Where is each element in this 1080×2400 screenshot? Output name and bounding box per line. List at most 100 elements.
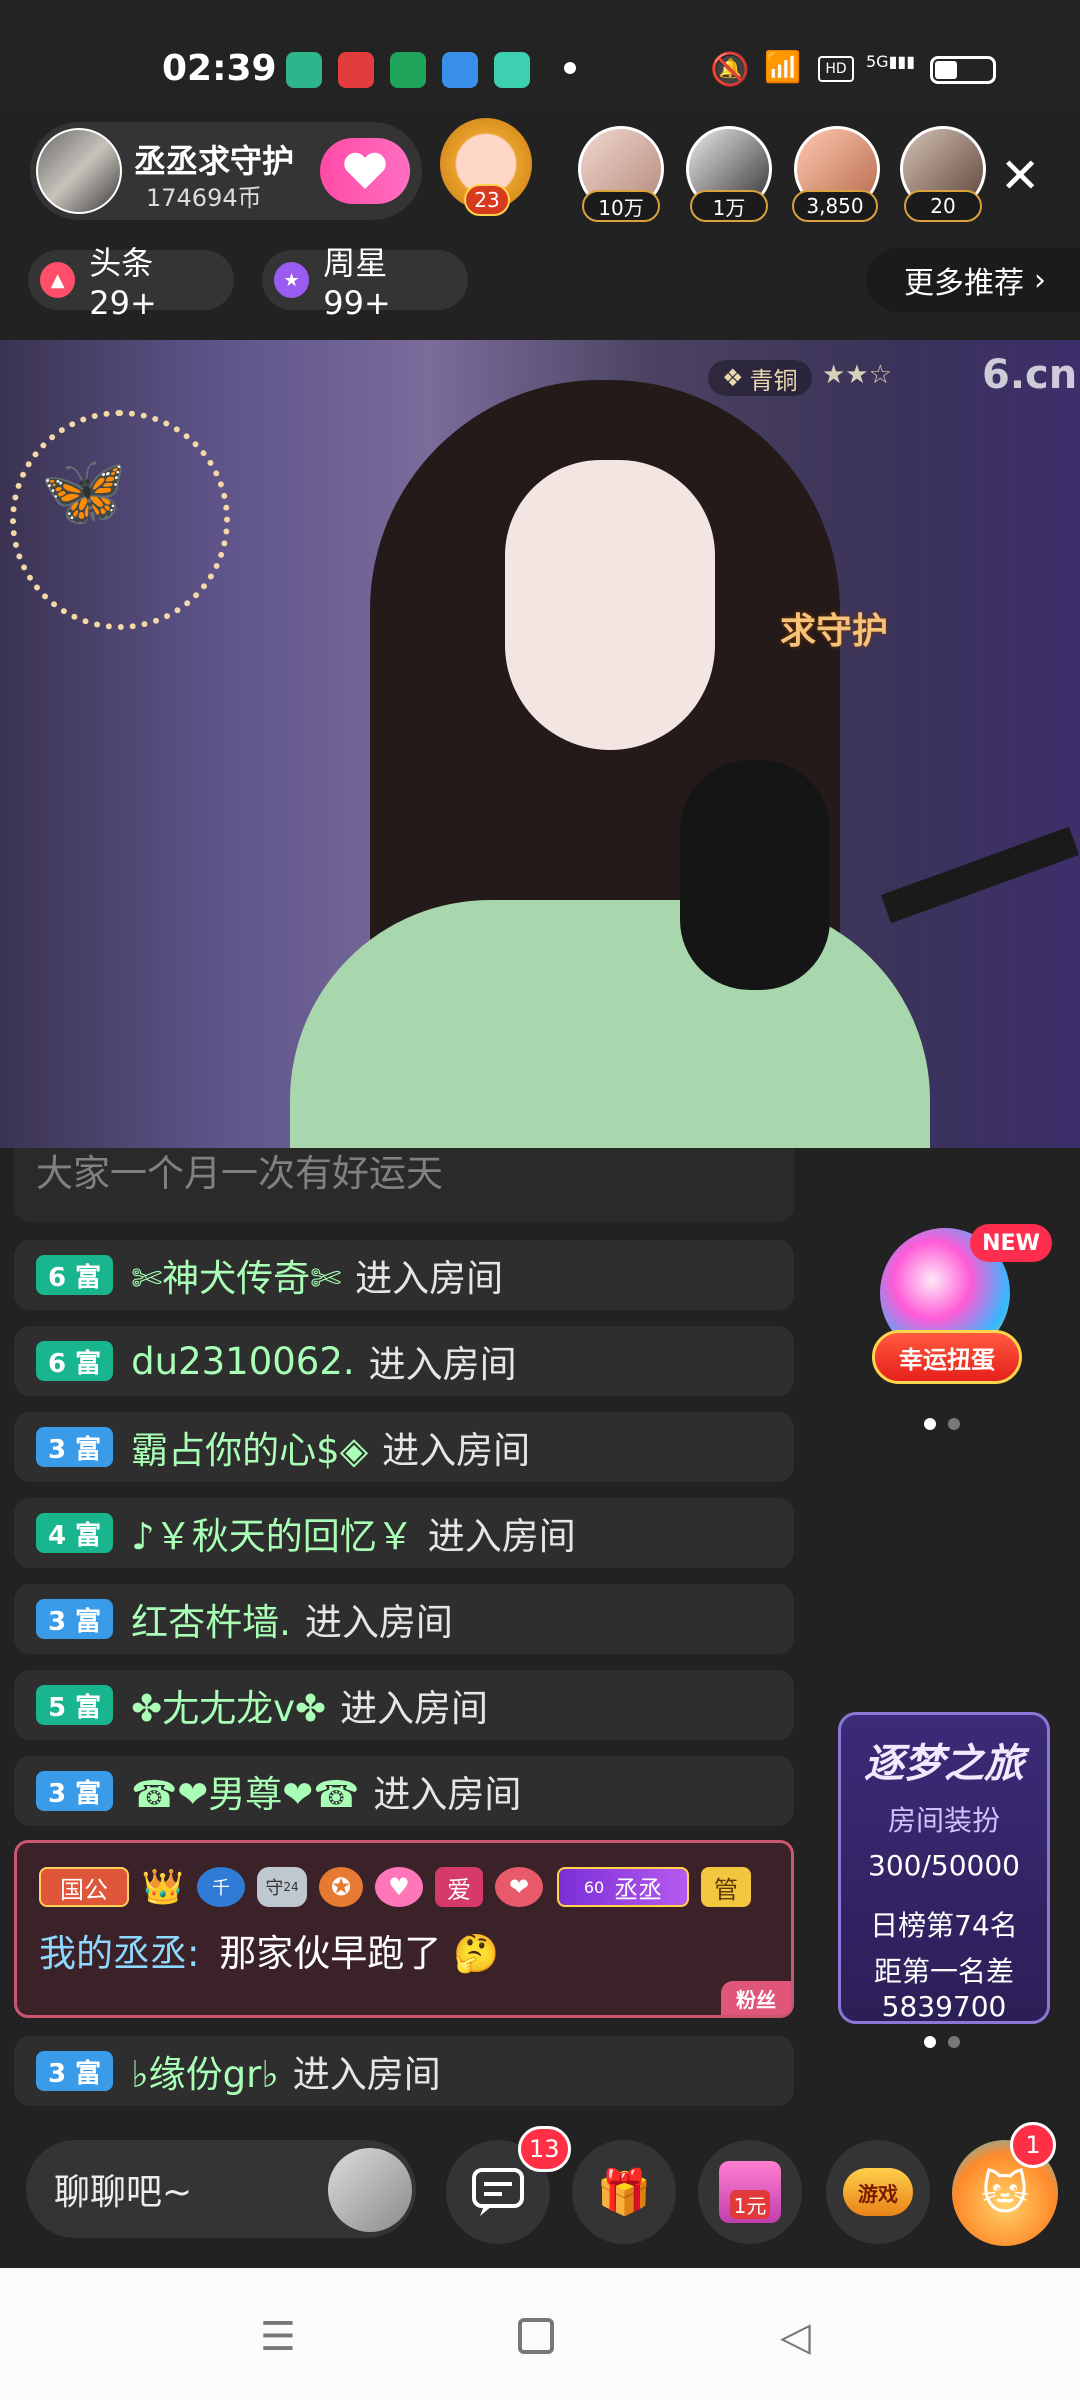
fan-level: 60 <box>583 1877 605 1897</box>
chat-message[interactable]: 5 富 ✤尢尢龙v✤ 进入房间 <box>14 1670 794 1740</box>
user-avatar[interactable] <box>328 2148 412 2232</box>
wealth-level-badge: 3 富 <box>36 1771 114 1811</box>
chat-username[interactable]: 霸占你的心$◈ <box>131 1420 368 1474</box>
chat-message[interactable]: 6 富 du2310062. 进入房间 <box>14 1326 794 1396</box>
wealth-level-badge: 4 富 <box>36 1513 114 1553</box>
shop-app-icon <box>390 52 426 88</box>
guard-badge: 23 <box>464 184 510 216</box>
close-button[interactable]: ✕ <box>1000 148 1040 204</box>
one-yuan-icon: 1元 <box>719 2161 781 2223</box>
chat-username[interactable]: ♪￥秋天的回忆￥ <box>131 1506 414 1560</box>
chat-message[interactable]: 3 富 ☎❤男尊❤☎ 进入房间 <box>14 1756 794 1826</box>
mic-arm <box>880 826 1080 924</box>
chat-username[interactable]: ✄神犬传奇✄ <box>131 1248 341 1302</box>
fan-name: 丞丞 <box>614 1875 663 1904</box>
game-button[interactable]: 游戏 <box>826 2140 930 2244</box>
chat-bubble-icon <box>472 2168 524 2216</box>
wealth-level-badge: 3 富 <box>36 1427 114 1467</box>
chat-message[interactable]: 6 富 ✄神犬传奇✄ 进入房间 <box>14 1240 794 1310</box>
dream-gap-label: 距第一名差 <box>873 1955 1014 1988</box>
live-video[interactable]: 🦋 ❖ 青铜 ★★☆ 6.cn 求守护 <box>0 340 1080 1148</box>
wealth-level-badge: 3 富 <box>36 1599 114 1639</box>
one-yuan-button[interactable]: 1元 <box>698 2140 802 2244</box>
anchor-name: 丞丞求守护 <box>134 142 295 180</box>
butterfly-decor: 🦋 <box>40 450 128 532</box>
chat-username[interactable]: 红杏杵墙. <box>131 1592 291 1646</box>
shou-level: 24 <box>283 1880 299 1894</box>
wealth-level-badge: 3 富 <box>36 2051 114 2091</box>
dream-progress: 300/50000 <box>868 1849 1020 1882</box>
wealth-level-badge: 6 富 <box>36 1255 114 1295</box>
back-icon[interactable]: ◁ <box>780 2314 811 2360</box>
headline-rank[interactable]: ▲ 头条29+ <box>28 244 234 322</box>
wealth-level-badge: 6 富 <box>36 1341 114 1381</box>
ai-tag: 爱 <box>435 1867 483 1907</box>
more-recommend-label: 更多推荐 <box>904 266 1024 301</box>
more-recommend-button[interactable]: 更多推荐 › <box>866 248 1080 312</box>
heart-icon <box>344 152 386 189</box>
flame-icon: ▲ <box>40 262 76 298</box>
close-icon: ✕ <box>1000 148 1041 204</box>
menu-icon[interactable]: ☰ <box>260 2314 296 2360</box>
star-icon: ★ <box>274 262 310 298</box>
chat-message[interactable]: 3 富红杏杵墙. 进入房间 <box>14 1584 794 1654</box>
notes-app-icon <box>494 52 530 88</box>
shou-label: 守 <box>265 1878 284 1899</box>
browser-app-icon <box>442 52 478 88</box>
viewer-count: 10万 <box>582 190 660 222</box>
battery-icon <box>930 56 996 84</box>
chat-action: 进入房间 <box>340 1687 489 1730</box>
chat-action: 进入房间 <box>355 1257 504 1300</box>
heart-gem-icon: ♥ <box>375 1867 423 1907</box>
system-nav-bar: ☰ ◁ <box>0 2268 1080 2400</box>
chat-username[interactable]: ♭缘份gr♭ <box>131 2044 279 2098</box>
site-logo: 6.cn <box>982 352 1078 398</box>
chat-action: 进入房间 <box>304 1601 453 1644</box>
hd-icon: HD <box>818 56 854 82</box>
emblem-icon: ✪ <box>319 1867 363 1907</box>
level-badge-label: 青铜 <box>749 366 798 395</box>
dream-gap-value: 5839700 <box>881 1990 1007 2023</box>
chevron-right-icon: › <box>1034 262 1046 298</box>
viewer-count: 20 <box>904 190 982 222</box>
mascot-badge: 1 <box>1010 2122 1056 2168</box>
chat-placeholder: 聊聊吧~ <box>54 2172 193 2213</box>
gift-icon: 🎁 <box>596 2167 652 2218</box>
status-bar: 02:39 🔕 📶 HD 5G▮▮▮ <box>0 0 1080 110</box>
status-time: 02:39 <box>162 48 277 89</box>
follow-heart-button[interactable] <box>320 138 410 204</box>
dream-journey-widget[interactable]: 逐梦之旅 房间装扮 300/50000 日榜第74名 距第一名差 5839700 <box>838 1712 1050 2024</box>
chat-message[interactable]: 3 富 ♭缘份gr♭ 进入房间 <box>14 2036 794 2106</box>
chat-action: 进入房间 <box>373 1773 522 1816</box>
wifi-icon: 📶 <box>764 50 802 85</box>
gift-button[interactable]: 🎁 <box>572 2140 676 2244</box>
mute-icon: 🔕 <box>710 50 750 88</box>
streamer-face <box>505 460 715 750</box>
chat-message[interactable]: 4 富 ♪￥秋天的回忆￥ 进入房间 <box>14 1498 794 1568</box>
chat-action: 进入房间 <box>368 1343 517 1386</box>
chat-username[interactable]: ✤尢尢龙v✤ <box>131 1678 326 1732</box>
special-chat-message[interactable]: 国公 👑 千 守 24 ✪ ♥ 爱 ❤ 60 丞丞 管 我的丞丞: 那家伙早跑了 … <box>14 1840 794 2018</box>
home-icon[interactable] <box>518 2318 554 2354</box>
message-text: 那家伙早跑了 <box>219 1932 442 1975</box>
chat-message[interactable]: 3 富霸占你的心$◈ 进入房间 <box>14 1412 794 1482</box>
weekly-star-rank[interactable]: ★ 周星99+ <box>262 244 468 322</box>
special-message-line: 我的丞丞: 那家伙早跑了 🤔 <box>39 1923 499 1977</box>
dream-rank: 日榜第74名 <box>870 1909 1018 1942</box>
fans-label: 粉丝 <box>721 1981 791 2015</box>
anchor-avatar[interactable] <box>36 128 122 214</box>
anchor-coins: 174694币 <box>146 184 262 212</box>
chat-action: 进入房间 <box>292 2053 441 2096</box>
dream-subtitle: 房间装扮 <box>887 1804 1000 1837</box>
wealth-level-badge: 5 富 <box>36 1685 114 1725</box>
qian-medal-icon: 千 <box>197 1867 245 1907</box>
message-sender[interactable]: 我的丞丞: <box>39 1932 199 1975</box>
microphone <box>680 760 830 990</box>
chat-username[interactable]: du2310062. <box>131 1340 354 1383</box>
fan-club-tag: 60 丞丞 <box>557 1867 689 1907</box>
chat-username[interactable]: ☎❤男尊❤☎ <box>131 1764 359 1818</box>
messages-count-badge: 13 <box>518 2126 571 2172</box>
more-notifications-dot <box>564 62 576 74</box>
new-badge: NEW <box>970 1224 1052 1262</box>
cat-mascot-icon: 🐱 <box>981 2166 1029 2220</box>
